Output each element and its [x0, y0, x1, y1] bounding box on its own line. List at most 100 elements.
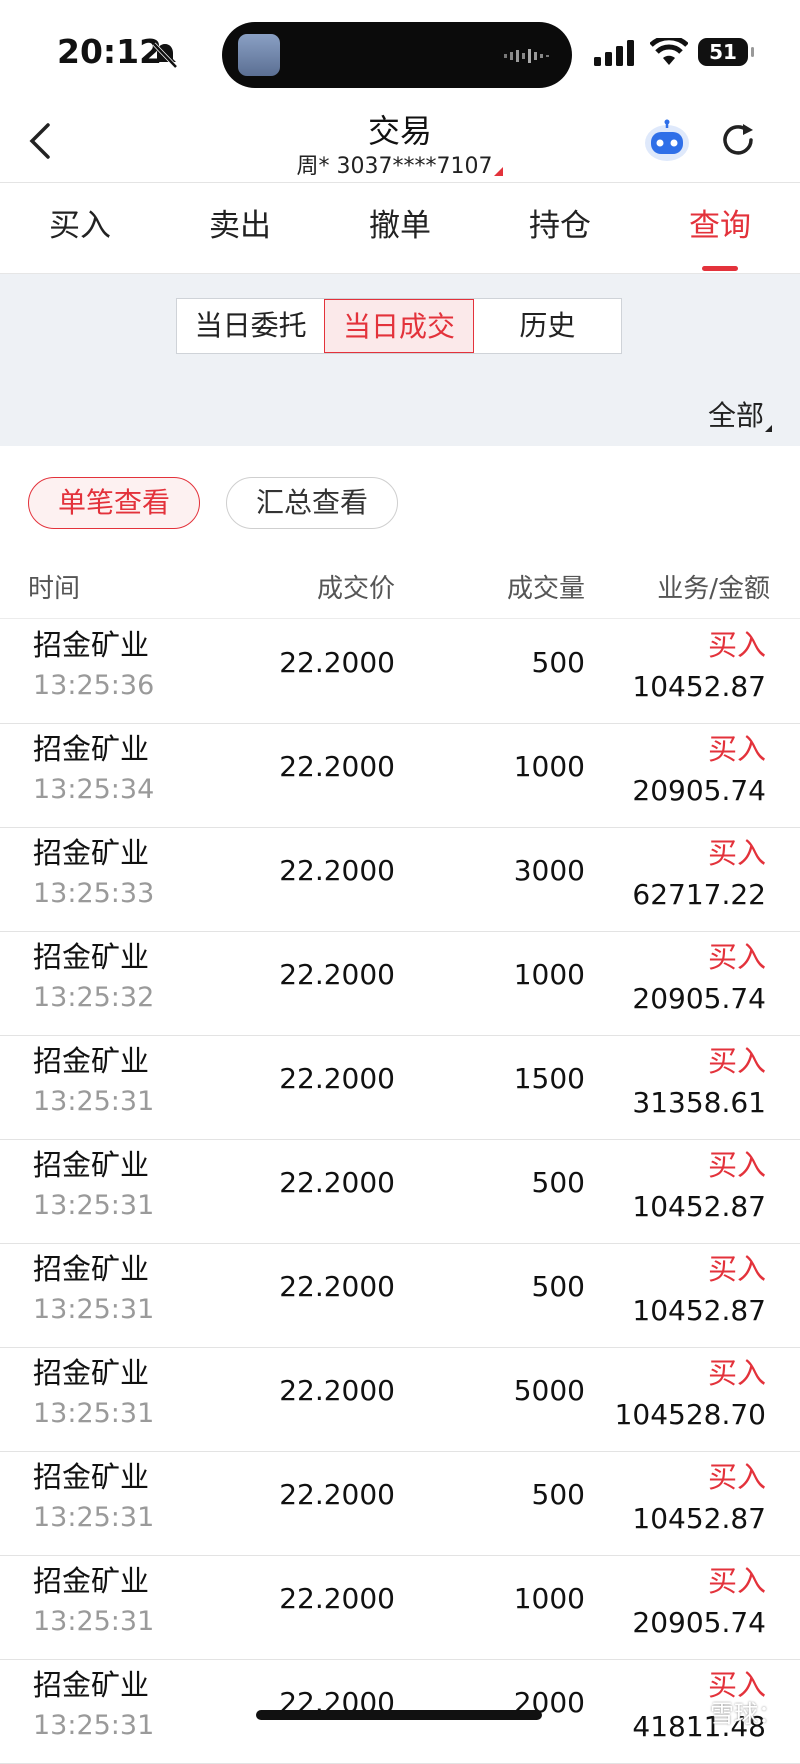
segment-today-orders[interactable]: 当日委托 [177, 299, 324, 353]
stock-name: 招金矿业 [33, 1356, 150, 1390]
trade-qty: 1000 [513, 750, 585, 783]
trade-amount: 31358.61 [632, 1086, 766, 1119]
trade-direction: 买入 [707, 732, 766, 766]
trade-direction: 买入 [707, 940, 766, 974]
trade-qty: 1000 [513, 1582, 585, 1615]
single-view-button[interactable]: 单笔查看 [28, 477, 200, 529]
trade-time: 13:25:36 [33, 670, 155, 701]
tab-query[interactable]: 查询 [640, 183, 800, 273]
summary-view-button[interactable]: 汇总查看 [226, 477, 398, 529]
stock-name: 招金矿业 [33, 1668, 150, 1702]
dynamic-island [222, 22, 572, 88]
trade-amount: 62717.22 [632, 878, 766, 911]
cellular-signal-icon [594, 40, 634, 66]
trade-price: 22.2000 [279, 854, 395, 887]
query-filter-panel: 当日委托 当日成交 历史 全部 [0, 274, 800, 446]
trade-price: 22.2000 [279, 1478, 395, 1511]
table-row[interactable]: 招金矿业 13:25:36 22.2000 500 买入 10452.87 [0, 620, 800, 724]
trade-qty: 1000 [513, 958, 585, 991]
trade-amount: 20905.74 [632, 1606, 766, 1639]
stock-name: 招金矿业 [33, 1460, 150, 1494]
bell-muted-icon [152, 42, 178, 69]
account-number: 周* 3037****7107 [296, 154, 493, 179]
trade-time: 13:25:33 [33, 878, 155, 909]
status-time: 20:12 [57, 32, 163, 71]
tab-cancel-order[interactable]: 撤单 [320, 183, 480, 273]
table-row[interactable]: 招金矿业 13:25:31 22.2000 1500 买入 31358.61 [0, 1036, 800, 1140]
col-price-header: 成交价 [316, 574, 395, 604]
tab-buy[interactable]: 买入 [0, 183, 160, 273]
trade-direction: 买入 [707, 1044, 766, 1078]
dropdown-corner-icon [765, 425, 772, 432]
trade-time: 13:25:31 [33, 1398, 155, 1429]
stock-name: 招金矿业 [33, 940, 150, 974]
trade-direction: 买入 [707, 1252, 766, 1286]
trade-direction: 买入 [707, 1148, 766, 1182]
trade-qty: 1500 [513, 1062, 585, 1095]
trade-amount: 104528.70 [614, 1398, 766, 1431]
trade-price: 22.2000 [279, 958, 395, 991]
query-type-segmented-control: 当日委托 当日成交 历史 [176, 298, 622, 354]
home-indicator[interactable] [256, 1710, 542, 1720]
table-row[interactable]: 招金矿业 13:25:31 22.2000 500 买入 10452.87 [0, 1244, 800, 1348]
stock-name: 招金矿业 [33, 1564, 150, 1598]
trade-price: 22.2000 [279, 1062, 395, 1095]
trade-amount: 10452.87 [632, 670, 766, 703]
filter-dropdown[interactable]: 全部 [707, 394, 772, 434]
audio-wave-icon [504, 49, 549, 63]
trade-qty: 500 [531, 1478, 585, 1511]
trade-time: 13:25:31 [33, 1190, 155, 1221]
trade-time: 13:25:34 [33, 774, 155, 805]
trade-price: 22.2000 [279, 1582, 395, 1615]
table-row[interactable]: 招金矿业 13:25:31 22.2000 500 买入 10452.87 [0, 1452, 800, 1556]
trade-qty: 500 [531, 1270, 585, 1303]
trade-list: 招金矿业 13:25:36 22.2000 500 买入 10452.87 招金… [0, 620, 800, 1764]
table-header: 时间 成交价 成交量 业务/金额 [0, 560, 800, 619]
trade-amount: 10452.87 [632, 1294, 766, 1327]
table-row[interactable]: 招金矿业 13:25:33 22.2000 3000 买入 62717.22 [0, 828, 800, 932]
col-qty-header: 成交量 [506, 574, 585, 604]
watermark: 雪球： [710, 1700, 782, 1728]
trade-time: 13:25:31 [33, 1710, 155, 1741]
trade-amount: 20905.74 [632, 982, 766, 1015]
table-row[interactable]: 招金矿业 13:25:34 22.2000 1000 买入 20905.74 [0, 724, 800, 828]
trade-amount: 10452.87 [632, 1190, 766, 1223]
segment-history[interactable]: 历史 [474, 299, 621, 353]
trade-time: 13:25:31 [33, 1086, 155, 1117]
table-row[interactable]: 招金矿业 13:25:32 22.2000 1000 买入 20905.74 [0, 932, 800, 1036]
dropdown-triangle-icon [494, 167, 504, 176]
segment-today-trades[interactable]: 当日成交 [324, 299, 474, 353]
table-row[interactable]: 招金矿业 13:25:31 22.2000 500 买入 10452.87 [0, 1140, 800, 1244]
trade-time: 13:25:31 [33, 1606, 155, 1637]
filter-label: 全部 [707, 399, 764, 432]
trade-time: 13:25:31 [33, 1294, 155, 1325]
trade-amount: 20905.74 [632, 774, 766, 807]
stock-name: 招金矿业 [33, 1252, 150, 1286]
col-time-header: 时间 [28, 574, 81, 604]
trade-direction: 买入 [707, 836, 766, 870]
trade-price: 22.2000 [279, 1374, 395, 1407]
table-row[interactable]: 招金矿业 13:25:31 22.2000 5000 买入 104528.70 [0, 1348, 800, 1452]
trade-direction: 买入 [707, 628, 766, 662]
trade-price: 22.2000 [279, 1166, 395, 1199]
trade-direction: 买入 [707, 1564, 766, 1598]
trade-tab-bar: 买入 卖出 撤单 持仓 查询 [0, 183, 800, 274]
battery-indicator: 51 [698, 38, 754, 66]
table-row[interactable]: 招金矿业 13:25:31 22.2000 1000 买入 20905.74 [0, 1556, 800, 1660]
col-biz-amount-header: 业务/金额 [657, 574, 770, 604]
stock-name: 招金矿业 [33, 628, 150, 662]
wifi-icon [650, 38, 688, 65]
refresh-icon[interactable] [718, 120, 758, 160]
tab-sell[interactable]: 卖出 [160, 183, 320, 273]
stock-name: 招金矿业 [33, 1148, 150, 1182]
trade-price: 22.2000 [279, 750, 395, 783]
tab-positions[interactable]: 持仓 [480, 183, 640, 273]
now-playing-thumbnail [238, 34, 280, 76]
stock-name: 招金矿业 [33, 732, 150, 766]
robot-assistant-icon[interactable] [642, 118, 692, 164]
trade-direction: 买入 [707, 1460, 766, 1494]
trade-direction: 买入 [707, 1356, 766, 1390]
trade-price: 22.2000 [279, 646, 395, 679]
trade-amount: 10452.87 [632, 1502, 766, 1535]
trade-qty: 3000 [513, 854, 585, 887]
